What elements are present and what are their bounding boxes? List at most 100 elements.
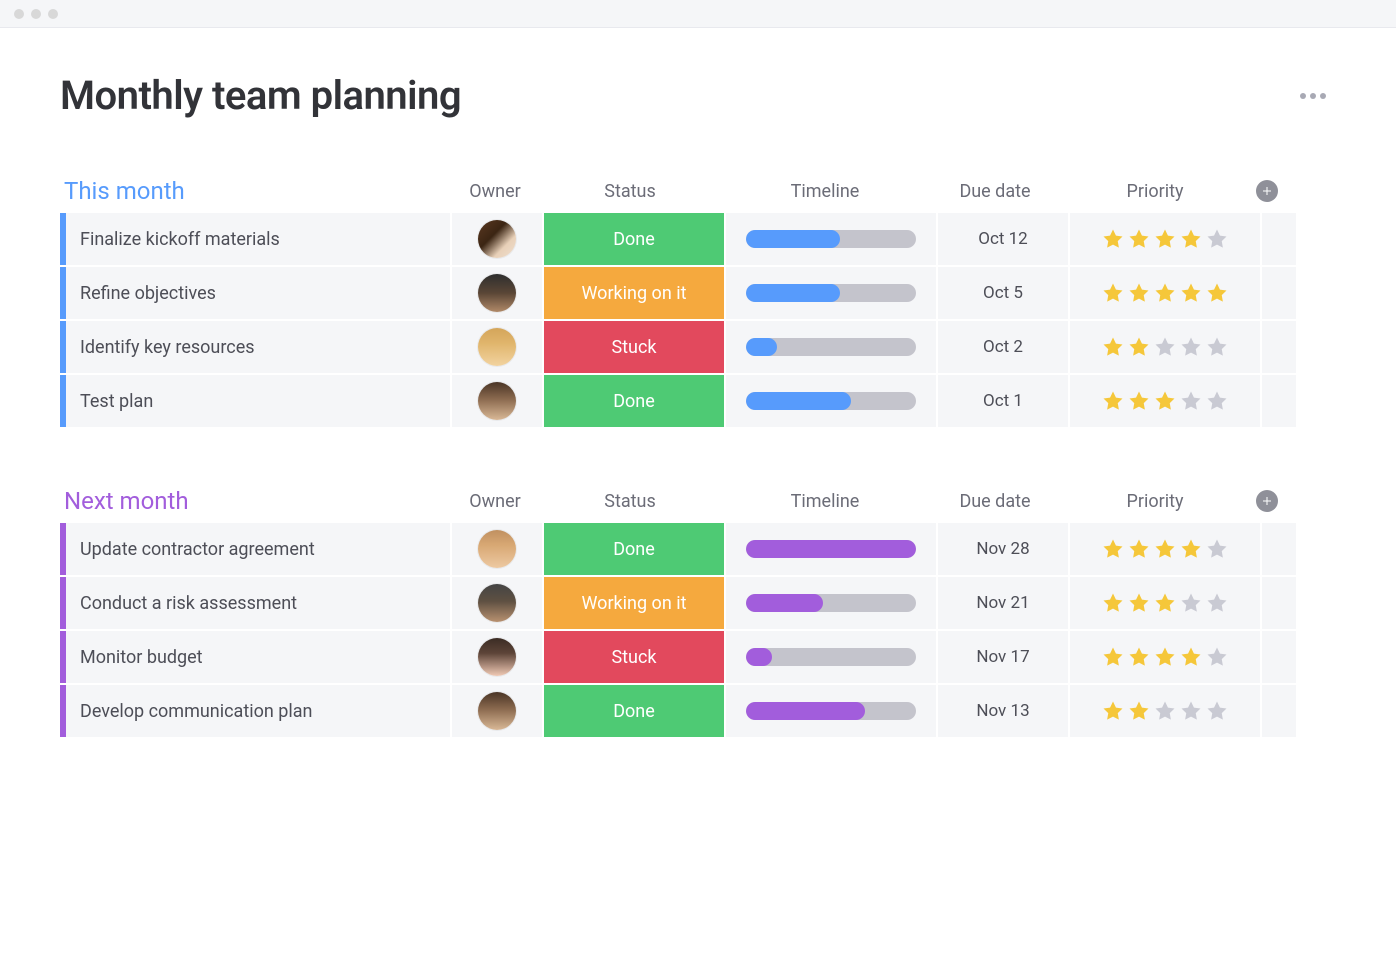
- table-row[interactable]: Test plan Done Oct 1: [60, 375, 1336, 427]
- star-icon[interactable]: [1179, 227, 1203, 251]
- timeline-cell[interactable]: [726, 321, 936, 373]
- due-date-cell[interactable]: Nov 21: [938, 577, 1068, 629]
- star-icon[interactable]: [1153, 645, 1177, 669]
- priority-cell[interactable]: [1070, 631, 1260, 683]
- star-icon[interactable]: [1127, 335, 1151, 359]
- timeline-bar[interactable]: [746, 702, 916, 720]
- star-icon[interactable]: [1179, 591, 1203, 615]
- timeline-cell[interactable]: [726, 375, 936, 427]
- task-name-cell[interactable]: Identify key resources: [66, 321, 450, 373]
- priority-cell[interactable]: [1070, 321, 1260, 373]
- status-cell[interactable]: Done: [544, 523, 724, 575]
- status-cell[interactable]: Stuck: [544, 631, 724, 683]
- priority-cell[interactable]: [1070, 375, 1260, 427]
- priority-cell[interactable]: [1070, 523, 1260, 575]
- timeline-bar[interactable]: [746, 540, 916, 558]
- priority-cell[interactable]: [1070, 267, 1260, 319]
- star-icon[interactable]: [1101, 389, 1125, 413]
- star-icon[interactable]: [1205, 227, 1229, 251]
- table-row[interactable]: Conduct a risk assessmentWorking on itNo…: [60, 577, 1336, 629]
- avatar[interactable]: [478, 274, 516, 312]
- avatar[interactable]: [478, 638, 516, 676]
- table-row[interactable]: Refine objectivesWorking on itOct 5: [60, 267, 1336, 319]
- timeline-cell[interactable]: [726, 577, 936, 629]
- window-dot-max[interactable]: [48, 9, 58, 19]
- timeline-bar[interactable]: [746, 648, 916, 666]
- timeline-cell[interactable]: [726, 213, 936, 265]
- table-row[interactable]: Monitor budgetStuckNov 17: [60, 631, 1336, 683]
- timeline-bar[interactable]: [746, 594, 916, 612]
- owner-cell[interactable]: [452, 267, 542, 319]
- star-icon[interactable]: [1101, 699, 1125, 723]
- status-cell[interactable]: Working on it: [544, 267, 724, 319]
- due-date-cell[interactable]: Nov 13: [938, 685, 1068, 737]
- owner-cell[interactable]: [452, 631, 542, 683]
- timeline-cell[interactable]: [726, 685, 936, 737]
- owner-cell[interactable]: [452, 523, 542, 575]
- table-row[interactable]: Finalize kickoff materialsDoneOct 12: [60, 213, 1336, 265]
- timeline-bar[interactable]: [746, 338, 916, 356]
- priority-cell[interactable]: [1070, 577, 1260, 629]
- timeline-cell[interactable]: [726, 267, 936, 319]
- priority-cell[interactable]: [1070, 213, 1260, 265]
- table-row[interactable]: Identify key resourcesStuckOct 2: [60, 321, 1336, 373]
- star-icon[interactable]: [1153, 335, 1177, 359]
- group-title[interactable]: This month: [60, 177, 450, 205]
- star-icon[interactable]: [1127, 699, 1151, 723]
- star-icon[interactable]: [1153, 281, 1177, 305]
- star-icon[interactable]: [1127, 227, 1151, 251]
- column-header-timeline[interactable]: Timeline: [720, 491, 930, 512]
- status-cell[interactable]: Done: [544, 685, 724, 737]
- star-rating[interactable]: [1101, 389, 1229, 413]
- avatar[interactable]: [478, 328, 516, 366]
- avatar[interactable]: [478, 692, 516, 730]
- star-icon[interactable]: [1205, 335, 1229, 359]
- owner-cell[interactable]: [452, 375, 542, 427]
- star-rating[interactable]: [1101, 227, 1229, 251]
- star-icon[interactable]: [1205, 537, 1229, 561]
- owner-cell[interactable]: [452, 685, 542, 737]
- star-icon[interactable]: [1153, 227, 1177, 251]
- star-icon[interactable]: [1127, 281, 1151, 305]
- due-date-cell[interactable]: Oct 2: [938, 321, 1068, 373]
- timeline-bar[interactable]: [746, 392, 916, 410]
- star-rating[interactable]: [1101, 281, 1229, 305]
- column-header-status[interactable]: Status: [540, 491, 720, 512]
- table-row[interactable]: Update contractor agreementDoneNov 28: [60, 523, 1336, 575]
- column-header-due_date[interactable]: Due date: [930, 491, 1060, 512]
- star-icon[interactable]: [1101, 227, 1125, 251]
- column-header-priority[interactable]: Priority: [1060, 491, 1250, 512]
- owner-cell[interactable]: [452, 321, 542, 373]
- task-name-cell[interactable]: Test plan: [66, 375, 450, 427]
- column-header-due_date[interactable]: Due date: [930, 181, 1060, 202]
- star-icon[interactable]: [1205, 591, 1229, 615]
- star-icon[interactable]: [1127, 645, 1151, 669]
- task-name-cell[interactable]: Conduct a risk assessment: [66, 577, 450, 629]
- window-dot-close[interactable]: [14, 9, 24, 19]
- due-date-cell[interactable]: Oct 12: [938, 213, 1068, 265]
- owner-cell[interactable]: [452, 577, 542, 629]
- star-icon[interactable]: [1179, 537, 1203, 561]
- star-rating[interactable]: [1101, 591, 1229, 615]
- avatar[interactable]: [478, 382, 516, 420]
- star-rating[interactable]: [1101, 335, 1229, 359]
- table-row[interactable]: Develop communication planDoneNov 13: [60, 685, 1336, 737]
- star-icon[interactable]: [1101, 281, 1125, 305]
- avatar[interactable]: [478, 220, 516, 258]
- star-icon[interactable]: [1205, 645, 1229, 669]
- star-icon[interactable]: [1127, 389, 1151, 413]
- star-icon[interactable]: [1179, 335, 1203, 359]
- star-icon[interactable]: [1101, 335, 1125, 359]
- star-icon[interactable]: [1179, 699, 1203, 723]
- column-header-timeline[interactable]: Timeline: [720, 181, 930, 202]
- star-icon[interactable]: [1153, 699, 1177, 723]
- timeline-cell[interactable]: [726, 631, 936, 683]
- column-header-status[interactable]: Status: [540, 181, 720, 202]
- timeline-cell[interactable]: [726, 523, 936, 575]
- due-date-cell[interactable]: Oct 1: [938, 375, 1068, 427]
- status-cell[interactable]: Done: [544, 375, 724, 427]
- more-icon[interactable]: [1300, 93, 1326, 99]
- star-icon[interactable]: [1179, 645, 1203, 669]
- star-rating[interactable]: [1101, 645, 1229, 669]
- status-cell[interactable]: Done: [544, 213, 724, 265]
